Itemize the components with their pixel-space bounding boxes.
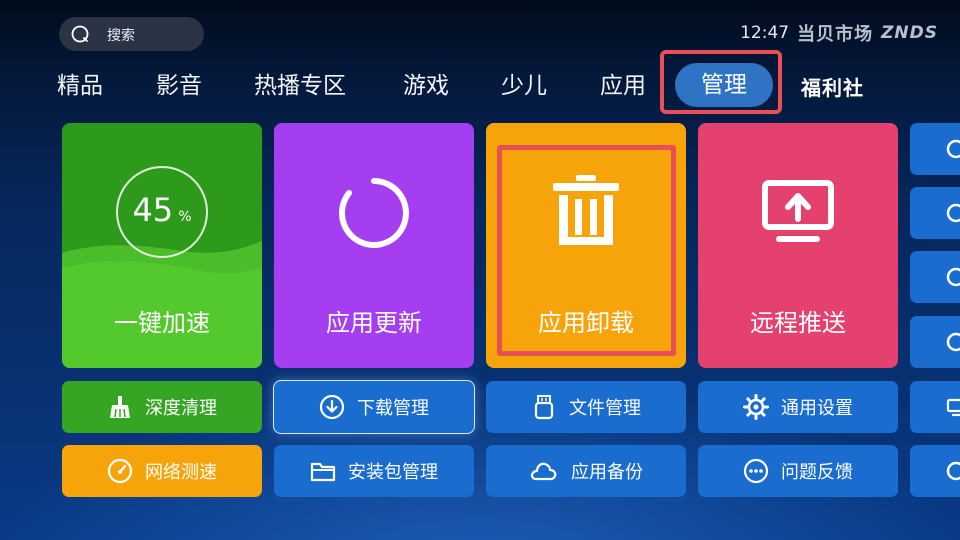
- app-uninstall-label: 应用卸载: [538, 309, 634, 337]
- app-update-tile[interactable]: 应用更新: [274, 123, 474, 368]
- gear-icon: [743, 394, 769, 420]
- speedup-tile[interactable]: 45 % 一键加速: [62, 123, 262, 368]
- brand-logo-cn: 当贝市场: [797, 24, 874, 45]
- network-speed-label: 网络测速: [145, 462, 217, 483]
- trash-icon: [553, 175, 619, 245]
- deep-clean-button[interactable]: 深度清理: [62, 381, 262, 433]
- edge-button-1[interactable]: [910, 123, 960, 175]
- download-icon: [319, 394, 345, 420]
- screen-upload-icon: [762, 180, 834, 242]
- clock: 12:47: [740, 23, 790, 43]
- general-settings-button[interactable]: 通用设置: [698, 381, 898, 433]
- tab-featured[interactable]: 精品: [57, 68, 103, 104]
- app-backup-label: 应用备份: [571, 462, 643, 483]
- feedback-button[interactable]: 问题反馈: [698, 445, 898, 497]
- speedup-percent: 45 %: [62, 191, 262, 229]
- usb-drive-icon: [534, 395, 554, 420]
- tab-media[interactable]: 影音: [156, 68, 202, 104]
- folder-icon: [310, 462, 336, 482]
- circle-icon: [946, 139, 960, 159]
- deep-clean-label: 深度清理: [145, 398, 217, 419]
- tab-welfare[interactable]: 福利社: [801, 72, 864, 101]
- circle-icon: [946, 203, 960, 223]
- edge-button-3[interactable]: [910, 251, 960, 303]
- brand-logo-en: ZNDS: [881, 23, 938, 43]
- network-speed-button[interactable]: 网络测速: [62, 445, 262, 497]
- tab-trending[interactable]: 热播专区: [254, 68, 346, 104]
- tab-apps[interactable]: 应用: [600, 68, 646, 104]
- tab-kids[interactable]: 少儿: [501, 68, 547, 104]
- package-manager-label: 安装包管理: [348, 462, 438, 483]
- search-label: 搜索: [107, 28, 135, 44]
- edge-button-2[interactable]: [910, 187, 960, 239]
- chat-dots-icon: [743, 458, 769, 484]
- edge-button-6[interactable]: [910, 445, 960, 497]
- file-manager-button[interactable]: 文件管理: [486, 381, 686, 433]
- speedup-value: 45: [132, 191, 174, 229]
- app-uninstall-tile[interactable]: 应用卸载: [486, 123, 686, 368]
- circle-icon: [946, 332, 960, 352]
- monitor-icon: [946, 398, 960, 417]
- download-manager-label: 下载管理: [357, 398, 429, 419]
- refresh-icon: [339, 178, 409, 248]
- app-update-label: 应用更新: [326, 309, 422, 337]
- feedback-label: 问题反馈: [781, 462, 853, 483]
- cloud-icon: [530, 462, 557, 481]
- status-area: 12:47 当贝市场 ZNDS: [740, 20, 938, 46]
- remote-push-tile[interactable]: 远程推送: [698, 123, 898, 368]
- speedometer-icon: [107, 458, 133, 484]
- circle-icon: [946, 461, 960, 481]
- search-icon: [71, 25, 89, 43]
- speedup-label: 一键加速: [114, 309, 210, 337]
- edge-button-4[interactable]: [910, 316, 960, 368]
- nav-highlight-box: [660, 50, 782, 114]
- circle-icon: [946, 267, 960, 287]
- app-backup-button[interactable]: 应用备份: [486, 445, 686, 497]
- speedup-unit: %: [178, 209, 192, 225]
- file-manager-label: 文件管理: [569, 398, 641, 419]
- remote-push-label: 远程推送: [750, 309, 846, 337]
- package-manager-button[interactable]: 安装包管理: [274, 445, 474, 497]
- search-bar[interactable]: 搜索: [59, 17, 204, 51]
- edge-button-5[interactable]: [910, 381, 960, 433]
- broom-icon: [110, 396, 130, 418]
- tab-games[interactable]: 游戏: [403, 68, 449, 104]
- general-settings-label: 通用设置: [781, 398, 853, 419]
- download-manager-button[interactable]: 下载管理: [274, 381, 474, 433]
